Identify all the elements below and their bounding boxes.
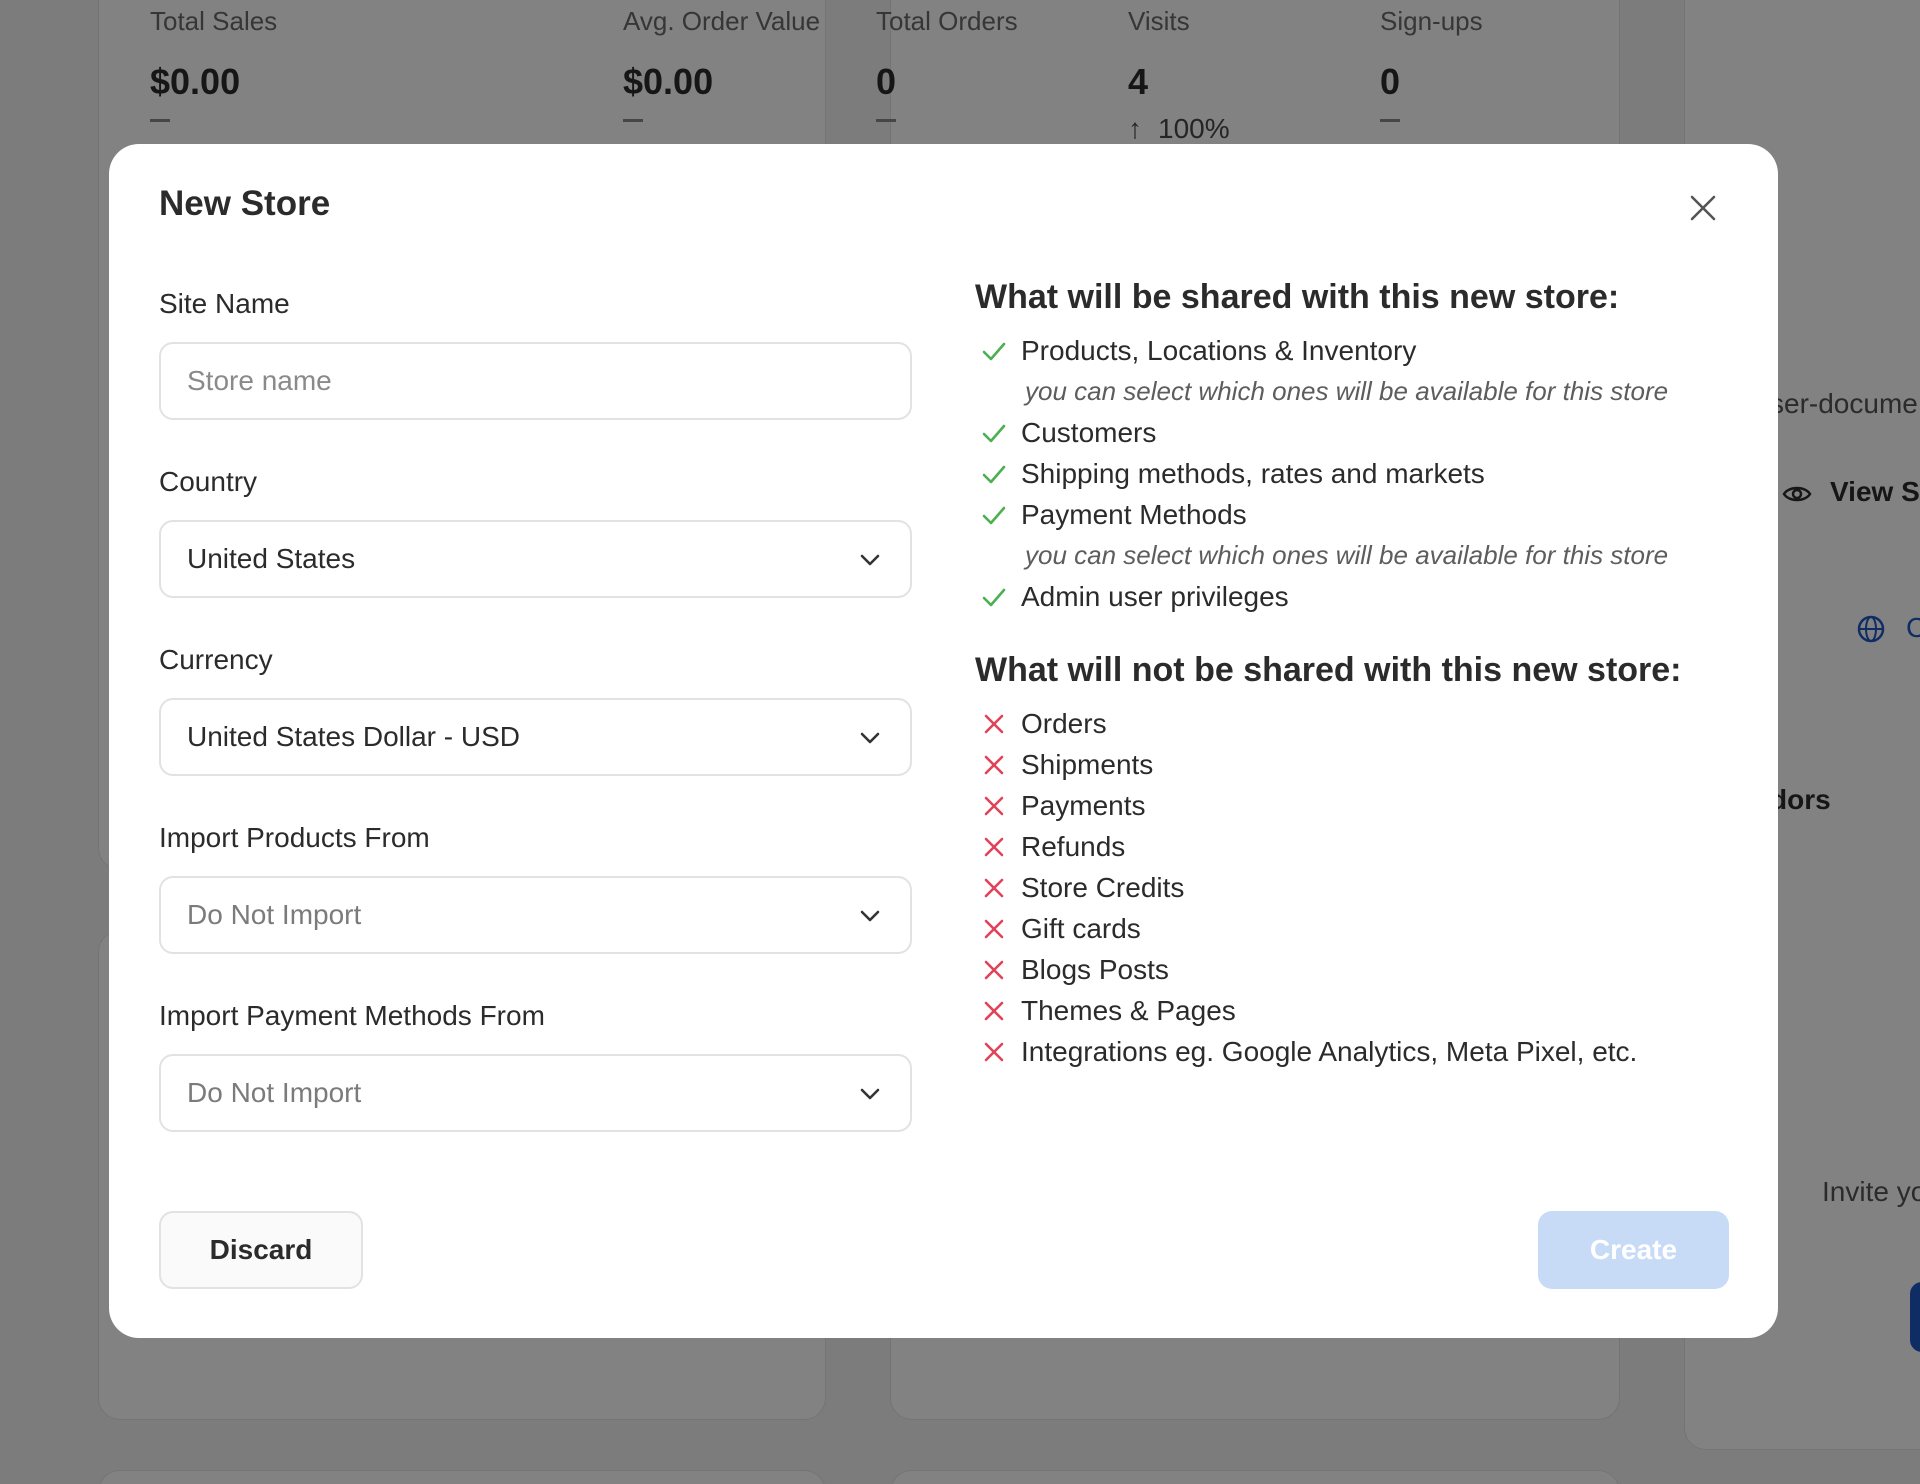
create-button[interactable]: Create — [1538, 1211, 1729, 1289]
cross-icon — [984, 878, 1004, 897]
new-store-form: Site Name Country United States Currency… — [159, 284, 912, 1174]
site-name-input[interactable] — [187, 365, 884, 397]
list-item: Blogs Posts — [975, 949, 1735, 990]
site-name-label: Site Name — [159, 288, 290, 319]
currency-select-value: United States Dollar - USD — [187, 721, 521, 752]
shared-item-label: Payment Methods — [1021, 498, 1247, 530]
not-shared-item-label: Themes & Pages — [1021, 994, 1236, 1026]
list-item: Gift cards — [975, 908, 1735, 949]
site-name-field: Site Name — [159, 284, 912, 420]
country-label: Country — [159, 466, 258, 497]
chevron-down-icon — [860, 554, 880, 566]
not-shared-item-label: Shipments — [1021, 748, 1154, 780]
list-item: Payment Methods — [975, 494, 1735, 535]
import-products-select-value: Do Not Import — [187, 899, 362, 930]
check-icon — [982, 465, 1006, 483]
cross-icon — [984, 960, 1004, 979]
import-payments-select-value: Do Not Import — [187, 1077, 362, 1108]
list-item: Integrations eg. Google Analytics, Meta … — [975, 1031, 1735, 1072]
shared-item-note: you can select which ones will be availa… — [1025, 540, 1669, 570]
currency-field: Currency United States Dollar - USD — [159, 640, 912, 776]
cross-icon — [984, 714, 1004, 733]
cross-icon — [984, 919, 1004, 938]
not-shared-item-label: Payments — [1021, 789, 1146, 821]
list-item: Shipping methods, rates and markets — [975, 453, 1735, 494]
cross-icon — [984, 796, 1004, 815]
cross-icon — [984, 755, 1004, 774]
close-icon — [1690, 195, 1716, 221]
import-payments-label: Import Payment Methods From — [159, 1000, 545, 1031]
country-field: Country United States — [159, 462, 912, 598]
shared-heading: What will be shared with this new store: — [975, 278, 1620, 316]
shared-list: Products, Locations & Inventory you can … — [975, 330, 1735, 617]
new-store-modal: New Store Site Name Country United State… — [109, 144, 1778, 1338]
site-name-input-wrapper — [159, 342, 912, 420]
not-shared-item-label: Store Credits — [1021, 871, 1185, 903]
not-shared-item-label: Blogs Posts — [1021, 953, 1169, 985]
list-item: Products, Locations & Inventory — [975, 330, 1735, 371]
currency-select[interactable]: United States Dollar - USD — [159, 698, 912, 776]
country-select-value: United States — [187, 543, 356, 574]
list-item: Payments — [975, 785, 1735, 826]
not-shared-item-label: Orders — [1021, 707, 1107, 739]
cross-icon — [984, 1001, 1004, 1020]
country-select[interactable]: United States — [159, 520, 912, 598]
discard-button[interactable]: Discard — [159, 1211, 363, 1289]
shared-item-label: Products, Locations & Inventory — [1021, 334, 1417, 366]
not-shared-item-label: Refunds — [1021, 830, 1126, 862]
chevron-down-icon — [860, 910, 880, 922]
check-icon — [982, 342, 1006, 360]
currency-label: Currency — [159, 644, 273, 675]
check-icon — [982, 588, 1006, 606]
list-item: Shipments — [975, 744, 1735, 785]
list-item: Store Credits — [975, 867, 1735, 908]
shared-item-label: Customers — [1021, 416, 1157, 448]
list-item: Themes & Pages — [975, 990, 1735, 1031]
chevron-down-icon — [860, 732, 880, 744]
check-icon — [982, 506, 1006, 524]
list-item: Customers — [975, 412, 1735, 453]
list-item: Orders — [975, 703, 1735, 744]
check-icon — [982, 424, 1006, 442]
cross-icon — [984, 837, 1004, 856]
import-products-select[interactable]: Do Not Import — [159, 876, 912, 954]
chevron-down-icon — [860, 1088, 880, 1100]
list-item: Admin user privileges — [975, 576, 1735, 617]
modal-title: New Store — [159, 184, 331, 223]
import-payments-field: Import Payment Methods From Do Not Impor… — [159, 996, 912, 1132]
close-button[interactable] — [1679, 184, 1727, 232]
import-products-field: Import Products From Do Not Import — [159, 818, 912, 954]
shared-item-note: you can select which ones will be availa… — [1025, 376, 1669, 406]
cross-icon — [984, 1042, 1004, 1061]
import-products-label: Import Products From — [159, 822, 430, 853]
not-shared-item-label: Gift cards — [1021, 912, 1141, 944]
list-item: Refunds — [975, 826, 1735, 867]
shared-item-label: Shipping methods, rates and markets — [1021, 457, 1485, 489]
not-shared-list: Orders Shipments Payments Refunds Store … — [975, 703, 1735, 1072]
sharing-info-panel: What will be shared with this new store:… — [975, 274, 1735, 1072]
shared-item-label: Admin user privileges — [1021, 580, 1289, 612]
not-shared-heading: What will not be shared with this new st… — [975, 651, 1682, 689]
not-shared-item-label: Integrations eg. Google Analytics, Meta … — [1021, 1035, 1638, 1067]
import-payments-select[interactable]: Do Not Import — [159, 1054, 912, 1132]
